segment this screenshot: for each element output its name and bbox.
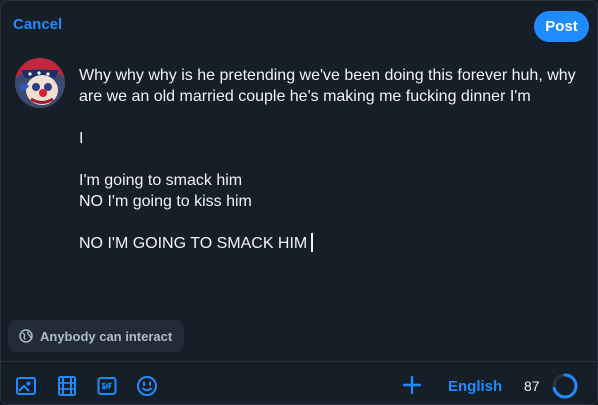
text-cursor [311,233,313,252]
video-icon[interactable] [56,375,78,397]
avatar [15,58,65,108]
emoji-icon[interactable] [136,375,158,397]
interaction-settings-button[interactable]: Anybody can interact [8,320,185,352]
character-count: 87 [524,378,540,394]
post-composer: Cancel Post Why why why is he pretending… [0,0,598,405]
globe-icon [19,329,33,343]
interaction-settings-label: Anybody can interact [40,328,173,344]
cancel-button[interactable]: Cancel [13,16,62,33]
image-icon[interactable] [15,375,37,397]
divider [1,361,597,362]
gif-icon[interactable] [96,375,118,397]
plus-icon[interactable] [401,374,423,396]
language-selector[interactable]: English [448,378,502,395]
post-text: Why why why is he pretending we've been … [79,67,576,252]
post-button[interactable]: Post [534,11,589,42]
character-progress-ring [551,372,579,400]
post-text-input[interactable]: Why why why is he pretending we've been … [79,65,584,254]
